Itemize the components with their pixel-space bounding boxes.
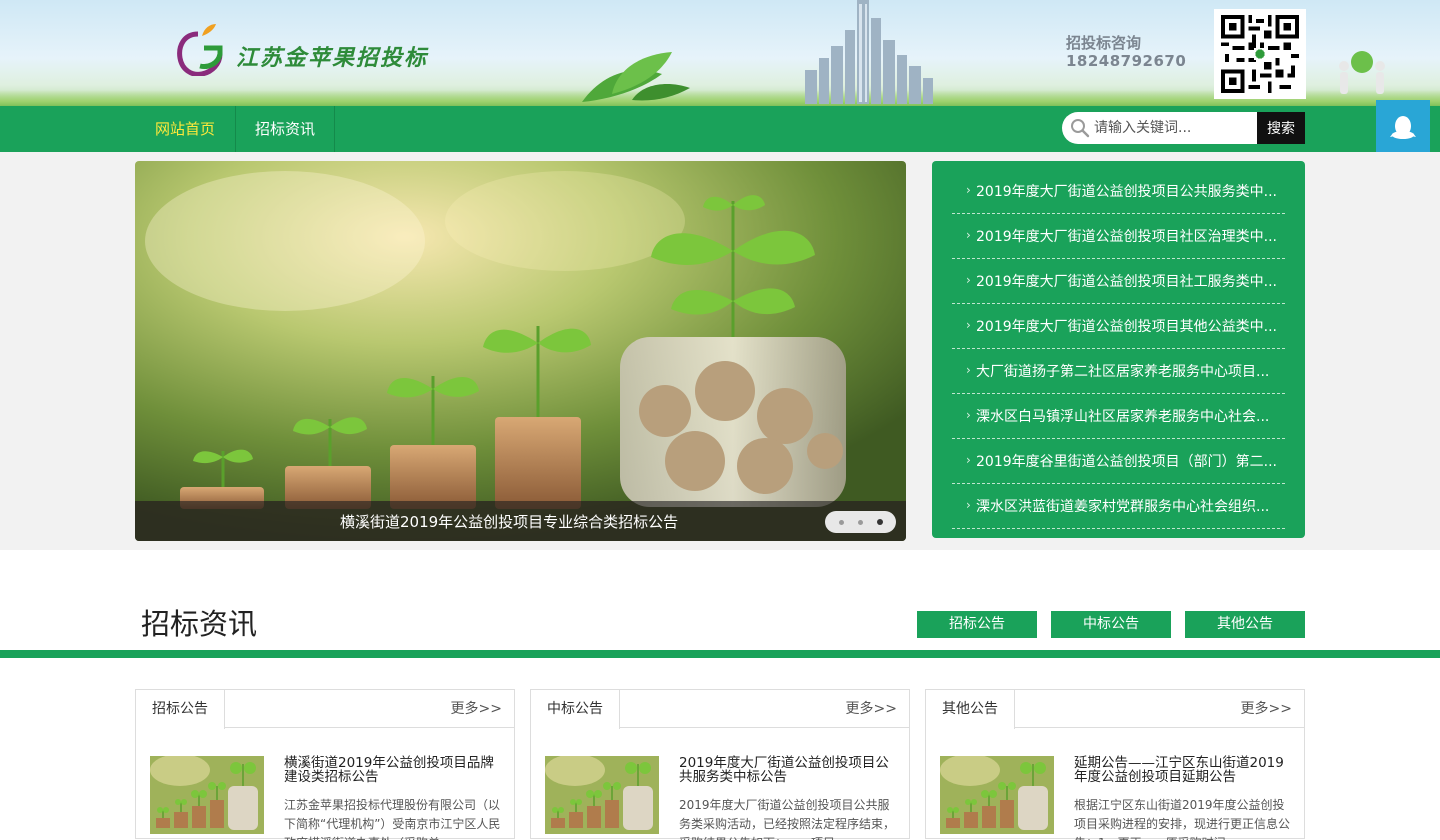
- more-link[interactable]: 更多>>: [1241, 690, 1292, 728]
- news-item-label: 2019年度谷里街道公益创投项目（部门）第二...: [976, 454, 1277, 470]
- news-item[interactable]: › 2019年度谷里街道公益创投项目（部门）第二...: [952, 439, 1285, 484]
- news-item[interactable]: › 溧水区洪蓝街道姜家村党群服务中心社会组织...: [952, 484, 1285, 529]
- slide-title[interactable]: 横溪街道2019年公益创投项目专业综合类招标公告: [340, 511, 678, 532]
- chevron-right-icon: ›: [966, 183, 971, 197]
- card-award-notice: 中标公告 更多>> 2019年度大厂街道公益创投项目公共服务类中标公告 2019…: [530, 689, 910, 840]
- globe-figures-decoration: [1339, 51, 1385, 94]
- card-tab[interactable]: 中标公告: [531, 690, 620, 729]
- logo-text: 江苏金苹果招投标: [236, 45, 429, 71]
- news-item-label: 大厂街道扬子第二社区居家养老服务中心项目...: [976, 364, 1270, 380]
- news-item-label: 溧水区洪蓝街道姜家村党群服务中心社会组织...: [976, 499, 1270, 515]
- site-header: 江苏金苹果招投标 招投标咨询 18248792670: [0, 0, 1440, 106]
- nav-divider: [334, 106, 335, 152]
- card-thumbnail[interactable]: [150, 756, 264, 834]
- chevron-right-icon: ›: [966, 228, 971, 242]
- section-title: 招标资讯: [141, 607, 258, 641]
- chevron-right-icon: ›: [966, 498, 971, 512]
- card-article-summary: 江苏金苹果招投标代理股份有限公司（以下简称“代理机构”）受南京市江宁区人民政府横…: [284, 798, 501, 840]
- chevron-right-icon: ›: [966, 363, 971, 377]
- qr-code: [1214, 9, 1306, 99]
- search-icon: [1071, 119, 1090, 138]
- news-item-label: 2019年度大厂街道公益创投项目其他公益类中...: [976, 319, 1277, 335]
- qr-code-icon: [1221, 15, 1299, 93]
- coins-plants-thumbnail: [545, 756, 659, 834]
- more-link[interactable]: 更多>>: [451, 690, 502, 728]
- slider-dot-1[interactable]: [839, 520, 844, 525]
- news-item-label: 2019年度大厂街道公益创投项目公共服务类中...: [976, 184, 1277, 200]
- card-bid-notice: 招标公告 更多>> 横溪街道2019年公益创投项目品牌建设类招标公告 江苏金苹果…: [135, 689, 515, 840]
- apple-logo-icon: [177, 24, 223, 76]
- card-tab[interactable]: 招标公告: [136, 690, 225, 729]
- slider-dot-2[interactable]: [858, 520, 863, 525]
- qq-chat-button[interactable]: [1376, 100, 1430, 154]
- search-box: 搜索: [1062, 112, 1305, 144]
- card-article-title[interactable]: 延期公告——江宁区东山街道2019年度公益创投项目延期公告: [1074, 756, 1288, 784]
- card-article-title[interactable]: 2019年度大厂街道公益创投项目公共服务类中标公告: [679, 756, 893, 784]
- tab-other-notice[interactable]: 其他公告: [1185, 611, 1305, 638]
- news-item-label: 溧水区白马镇浮山社区居家养老服务中心社会...: [976, 409, 1270, 425]
- coins-plants-image: [135, 161, 906, 541]
- news-item-label: 2019年度大厂街道公益创投项目社区治理类中...: [976, 229, 1277, 245]
- slider-dots: [825, 511, 896, 533]
- mint-leaf-decoration: [582, 52, 690, 102]
- card-article-summary: 2019年度大厂街道公益创投项目公共服务类采购活动，已经按照法定程序结束，采购结…: [679, 798, 896, 840]
- search-input[interactable]: [1094, 112, 1254, 144]
- coins-plants-thumbnail: [940, 756, 1054, 834]
- contact-phone: 18248792670: [1066, 52, 1187, 70]
- chevron-right-icon: ›: [966, 273, 971, 287]
- more-link[interactable]: 更多>>: [846, 690, 897, 728]
- main-nav: 网站首页 招标资讯 搜索: [0, 106, 1440, 152]
- card-article-title[interactable]: 横溪街道2019年公益创投项目品牌建设类招标公告: [284, 756, 498, 784]
- tab-bid-notice[interactable]: 招标公告: [917, 611, 1037, 638]
- coins-plants-thumbnail: [150, 756, 264, 834]
- news-item[interactable]: › 2019年度大厂街道公益创投项目社工服务类中...: [952, 259, 1285, 304]
- chevron-right-icon: ›: [966, 453, 971, 467]
- chevron-right-icon: ›: [966, 408, 971, 422]
- nav-home[interactable]: 网站首页: [135, 106, 235, 152]
- chevron-right-icon: ›: [966, 318, 971, 332]
- banner-slider[interactable]: 横溪街道2019年公益创投项目专业综合类招标公告: [135, 161, 906, 541]
- card-tab[interactable]: 其他公告: [926, 690, 1015, 729]
- card-thumbnail[interactable]: [940, 756, 1054, 834]
- latest-news-panel: › 2019年度大厂街道公益创投项目公共服务类中... › 2019年度大厂街道公益…: [932, 161, 1305, 538]
- news-item[interactable]: › 溧水区白马镇浮山社区居家养老服务中心社会...: [952, 394, 1285, 439]
- card-other-notice: 其他公告 更多>> 延期公告——江宁区东山街道2019年度公益创投项目延期公告 …: [925, 689, 1305, 840]
- news-item[interactable]: › 2019年度大厂街道公益创投项目公共服务类中...: [952, 169, 1285, 214]
- contact-label: 招投标咨询: [1066, 34, 1142, 52]
- section-divider: [0, 650, 1440, 658]
- slide-caption: 横溪街道2019年公益创投项目专业综合类招标公告: [135, 501, 906, 541]
- card-thumbnail[interactable]: [545, 756, 659, 834]
- qq-penguin-icon: [1390, 116, 1416, 139]
- news-item[interactable]: › 2019年度大厂街道公益创投项目其他公益类中...: [952, 304, 1285, 349]
- tab-award-notice[interactable]: 中标公告: [1051, 611, 1171, 638]
- slider-dot-3[interactable]: [877, 519, 883, 525]
- news-item-label: 2019年度大厂街道公益创投项目社工服务类中...: [976, 274, 1277, 290]
- site-logo[interactable]: 江苏金苹果招投标: [176, 22, 436, 78]
- search-button[interactable]: 搜索: [1257, 112, 1305, 144]
- city-skyline-decoration: [805, 0, 933, 104]
- news-item[interactable]: › 2019年度大厂街道公益创投项目社区治理类中...: [952, 214, 1285, 259]
- news-item[interactable]: › 大厂街道扬子第二社区居家养老服务中心项目...: [952, 349, 1285, 394]
- nav-bidding-news[interactable]: 招标资讯: [236, 106, 334, 152]
- card-article-summary: 根据江宁区东山街道2019年度公益创投项目采购进程的安排，现进行更正信息公告：1…: [1074, 798, 1291, 840]
